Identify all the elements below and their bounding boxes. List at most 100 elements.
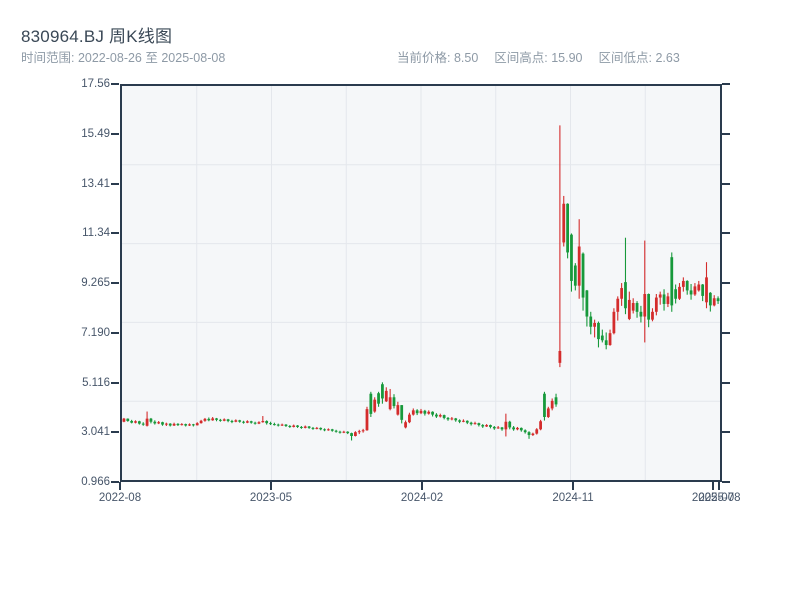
candle-body <box>631 303 635 311</box>
x-tick-mark <box>711 482 714 490</box>
candle-body <box>284 424 288 427</box>
candle-body <box>431 411 434 415</box>
candle-body <box>303 426 307 428</box>
candle-body <box>388 397 392 410</box>
candle-body <box>681 280 685 287</box>
candle-body <box>504 421 508 430</box>
candle-body <box>408 414 411 423</box>
candle-body <box>454 418 458 421</box>
candle-body <box>477 423 481 426</box>
candle-body <box>234 420 238 422</box>
y-tick-label: 13.41 <box>81 177 110 190</box>
candle-body <box>218 419 222 421</box>
candle-body <box>589 316 593 327</box>
x-tick-mark <box>119 482 121 490</box>
candle-body <box>705 277 708 303</box>
candle-body <box>423 410 427 414</box>
y-tick-mark <box>111 132 119 135</box>
x-tick-label: 2022-08 <box>98 492 142 504</box>
price-stats: 当前价格: 8.50 区间高点: 15.90 区间低点: 2.63 <box>397 47 680 66</box>
candle-body <box>512 427 515 430</box>
candle-body <box>546 408 550 417</box>
y-tick-mark <box>111 83 119 85</box>
candle-body <box>130 421 134 423</box>
y-tick-mark-right <box>722 431 730 434</box>
candle-body <box>184 424 188 426</box>
y-tick-mark-right <box>722 132 730 135</box>
candle-body <box>492 426 496 429</box>
candle-body <box>635 303 639 312</box>
candle-body <box>296 425 299 427</box>
date-range-label: 时间范围: 2022-08-26 至 2025-08-08 <box>21 51 226 65</box>
candle-body <box>319 427 323 430</box>
candle-body <box>523 430 527 433</box>
candle-body <box>404 422 407 428</box>
candle-body <box>230 421 234 423</box>
candle-body <box>211 418 215 421</box>
candle-body <box>157 422 161 424</box>
candle-body <box>122 418 126 422</box>
candle-body <box>411 410 415 415</box>
candle-body <box>300 426 303 428</box>
candle-body <box>153 421 157 424</box>
y-tick-label: 5.116 <box>82 376 110 389</box>
y-tick-mark-right <box>722 83 730 85</box>
candle-body <box>600 335 604 341</box>
y-tick-mark <box>111 182 119 185</box>
candle-body <box>273 424 276 426</box>
y-tick-label: 0.966 <box>81 476 110 488</box>
candle-body <box>427 411 431 414</box>
page-title: 830964.BJ 周K线图 <box>21 27 173 46</box>
candle-body <box>597 322 600 340</box>
candle-body <box>593 322 597 327</box>
candle-body <box>203 418 207 421</box>
candle-body <box>338 431 342 433</box>
candle-body <box>604 340 608 346</box>
y-tick-label: 3.041 <box>81 426 110 439</box>
candle-body <box>450 418 454 420</box>
candle-body <box>581 253 585 298</box>
candle-body <box>708 292 712 306</box>
candle-body <box>712 298 716 306</box>
candlestick-chart-page: { "header": { "title": "830964.BJ 周K线图",… <box>0 0 800 600</box>
candle-body <box>373 399 377 412</box>
y-tick-mark <box>111 331 119 334</box>
candle-body <box>384 390 388 402</box>
candle-body <box>207 418 211 421</box>
candle-body <box>678 286 681 299</box>
candle-body <box>161 422 164 425</box>
candle-body <box>674 289 678 299</box>
candle-body <box>400 405 404 420</box>
candle-body <box>689 290 693 295</box>
candle-body <box>361 430 365 432</box>
candle-body <box>654 297 658 312</box>
y-tick-mark-right <box>722 282 730 284</box>
candle-body <box>188 424 191 426</box>
candle-body <box>558 350 562 363</box>
candle-body <box>438 415 442 417</box>
candle-body <box>616 298 620 312</box>
candle-body <box>647 293 651 320</box>
y-tick-label: 15.49 <box>81 127 110 140</box>
candle-body <box>323 429 326 431</box>
candle-body <box>531 433 535 436</box>
candle-body <box>469 422 473 425</box>
candle-body <box>164 423 168 425</box>
candle-body <box>180 424 184 426</box>
y-tick-mark <box>111 481 119 483</box>
candle-body <box>191 424 195 426</box>
candle-body <box>666 296 670 304</box>
candle-body <box>543 393 546 417</box>
candle-body <box>249 421 253 423</box>
candle-body <box>624 282 627 309</box>
candle-body <box>288 426 292 427</box>
x-tick-label: 2023-05 <box>249 492 293 504</box>
x-tick-label: 2024-11 <box>552 492 594 504</box>
candle-body <box>381 384 384 399</box>
y-tick-mark <box>111 381 119 384</box>
candle-body <box>365 409 369 431</box>
candle-body <box>419 410 423 414</box>
candle-body <box>527 432 531 436</box>
candle-body <box>137 421 141 424</box>
candle-body <box>462 420 465 422</box>
